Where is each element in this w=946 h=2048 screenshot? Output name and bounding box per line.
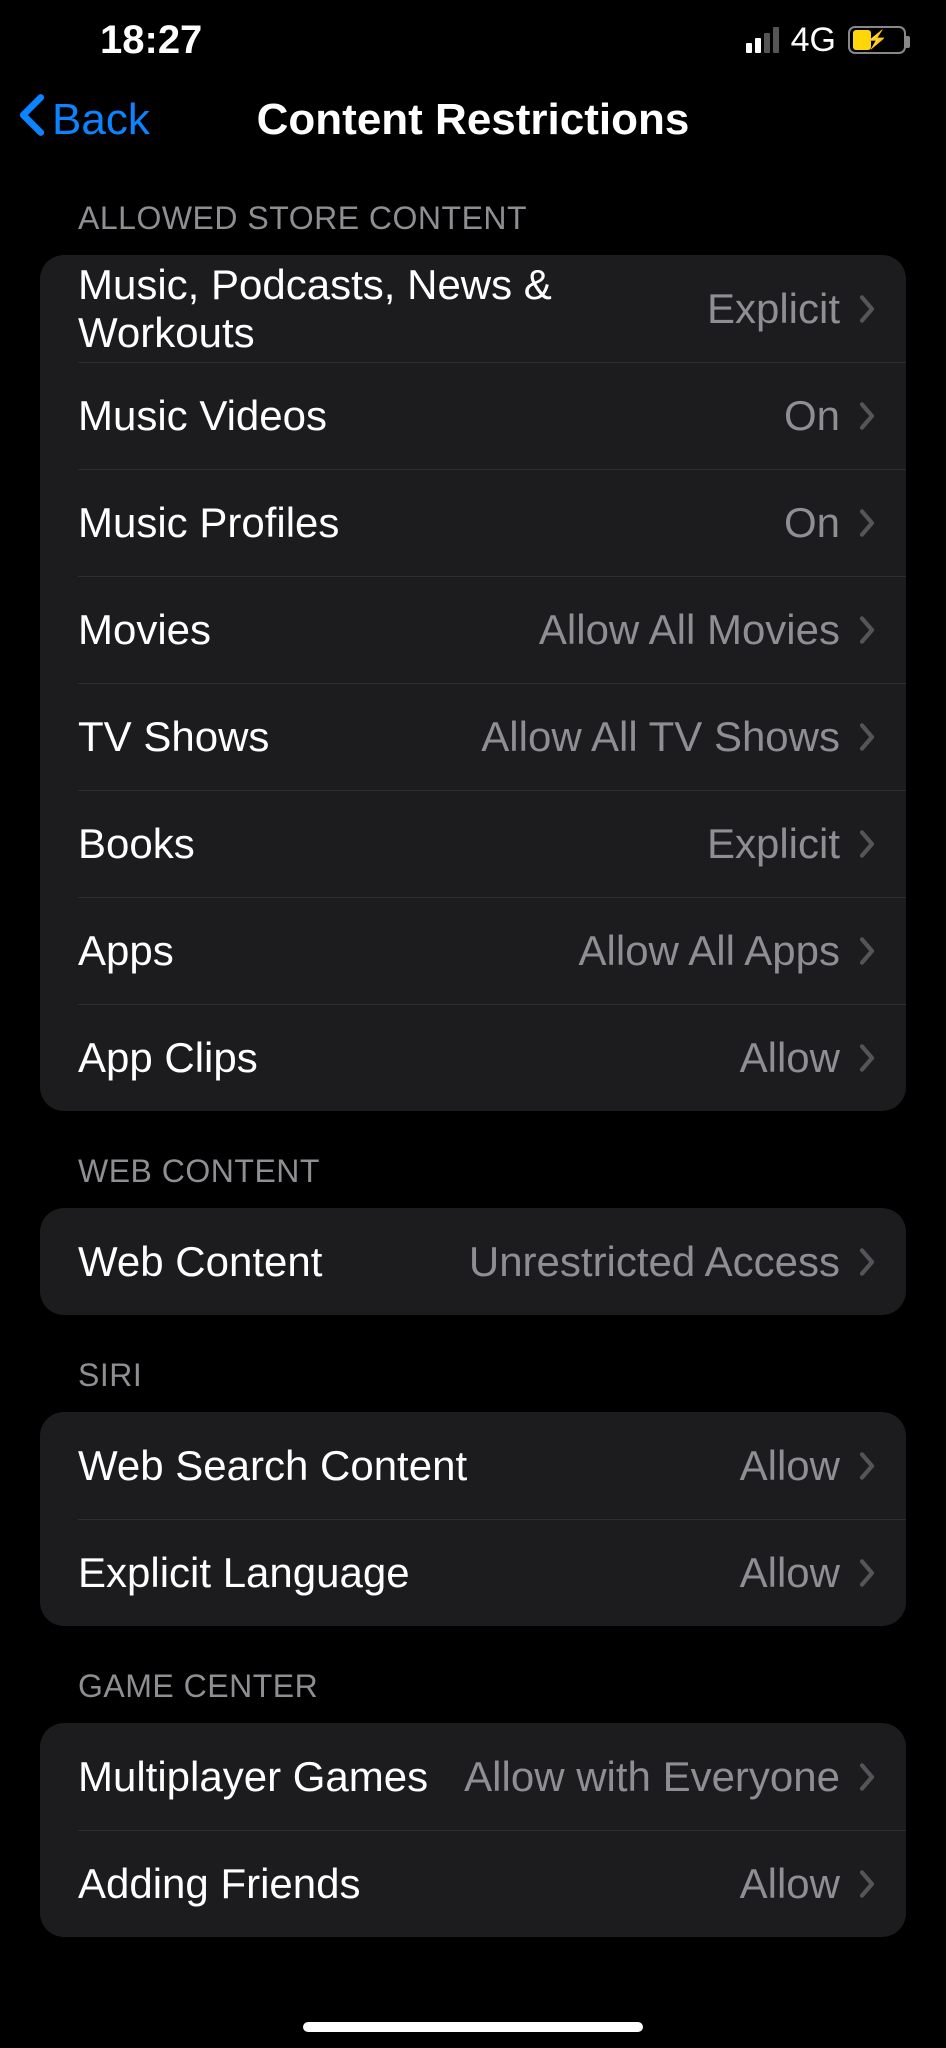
back-button[interactable]: Back [0,93,150,148]
chevron-right-icon [858,1247,876,1277]
row-label: Adding Friends [78,1860,740,1908]
signal-icon [746,27,779,53]
row-music-podcasts[interactable]: Music, Podcasts, News & Workouts Explici… [40,255,906,362]
page-title: Content Restrictions [257,95,690,145]
row-label: Web Search Content [78,1442,740,1490]
row-value: Allow All TV Shows [481,713,840,761]
row-label: Multiplayer Games [78,1753,464,1801]
row-value: Explicit [707,820,840,868]
row-label: Apps [78,927,579,975]
row-value: On [784,392,840,440]
row-value: Unrestricted Access [469,1238,840,1286]
chevron-right-icon [858,1869,876,1899]
chevron-left-icon [18,93,46,148]
row-explicit-language[interactable]: Explicit Language Allow [40,1519,906,1626]
row-music-videos[interactable]: Music Videos On [40,362,906,469]
group-web: Web Content Unrestricted Access [40,1208,906,1315]
section-header-web: WEB CONTENT [0,1111,946,1208]
chevron-right-icon [858,615,876,645]
home-indicator[interactable] [303,2022,643,2032]
row-adding-friends[interactable]: Adding Friends Allow [40,1830,906,1937]
row-label: Music Videos [78,392,784,440]
content-scroll[interactable]: ALLOWED STORE CONTENT Music, Podcasts, N… [0,160,946,1937]
section-header-gamecenter: GAME CENTER [0,1626,946,1723]
row-value: Allow [740,1549,840,1597]
row-value: Allow [740,1860,840,1908]
row-label: TV Shows [78,713,481,761]
nav-header: Back Content Restrictions [0,80,946,160]
row-apps[interactable]: Apps Allow All Apps [40,897,906,1004]
row-label: Music, Podcasts, News & Workouts [78,261,707,357]
group-siri: Web Search Content Allow Explicit Langua… [40,1412,906,1626]
row-web-search-content[interactable]: Web Search Content Allow [40,1412,906,1519]
chevron-right-icon [858,829,876,859]
network-label: 4G [791,21,836,60]
row-label: Books [78,820,707,868]
row-label: Music Profiles [78,499,784,547]
chevron-right-icon [858,1762,876,1792]
row-label: Movies [78,606,539,654]
section-header-siri: SIRI [0,1315,946,1412]
group-store: Music, Podcasts, News & Workouts Explici… [40,255,906,1111]
chevron-right-icon [858,722,876,752]
row-label: Web Content [78,1238,469,1286]
status-bar: 18:27 4G ⚡ [0,0,946,80]
row-value: Explicit [707,285,840,333]
row-app-clips[interactable]: App Clips Allow [40,1004,906,1111]
row-web-content[interactable]: Web Content Unrestricted Access [40,1208,906,1315]
row-multiplayer-games[interactable]: Multiplayer Games Allow with Everyone [40,1723,906,1830]
group-gamecenter: Multiplayer Games Allow with Everyone Ad… [40,1723,906,1937]
row-label: App Clips [78,1034,740,1082]
chevron-right-icon [858,1558,876,1588]
status-right: 4G ⚡ [746,21,906,60]
chevron-right-icon [858,1043,876,1073]
chevron-right-icon [858,1451,876,1481]
battery-icon: ⚡ [848,26,906,54]
row-movies[interactable]: Movies Allow All Movies [40,576,906,683]
chevron-right-icon [858,401,876,431]
row-value: On [784,499,840,547]
row-value: Allow All Movies [539,606,840,654]
chevron-right-icon [858,294,876,324]
status-time: 18:27 [100,18,202,63]
row-music-profiles[interactable]: Music Profiles On [40,469,906,576]
row-books[interactable]: Books Explicit [40,790,906,897]
chevron-right-icon [858,936,876,966]
row-value: Allow [740,1442,840,1490]
chevron-right-icon [858,508,876,538]
row-value: Allow All Apps [579,927,840,975]
row-tv-shows[interactable]: TV Shows Allow All TV Shows [40,683,906,790]
section-header-store: ALLOWED STORE CONTENT [0,200,946,255]
row-value: Allow [740,1034,840,1082]
row-label: Explicit Language [78,1549,740,1597]
row-value: Allow with Everyone [464,1753,840,1801]
back-label: Back [52,95,150,145]
